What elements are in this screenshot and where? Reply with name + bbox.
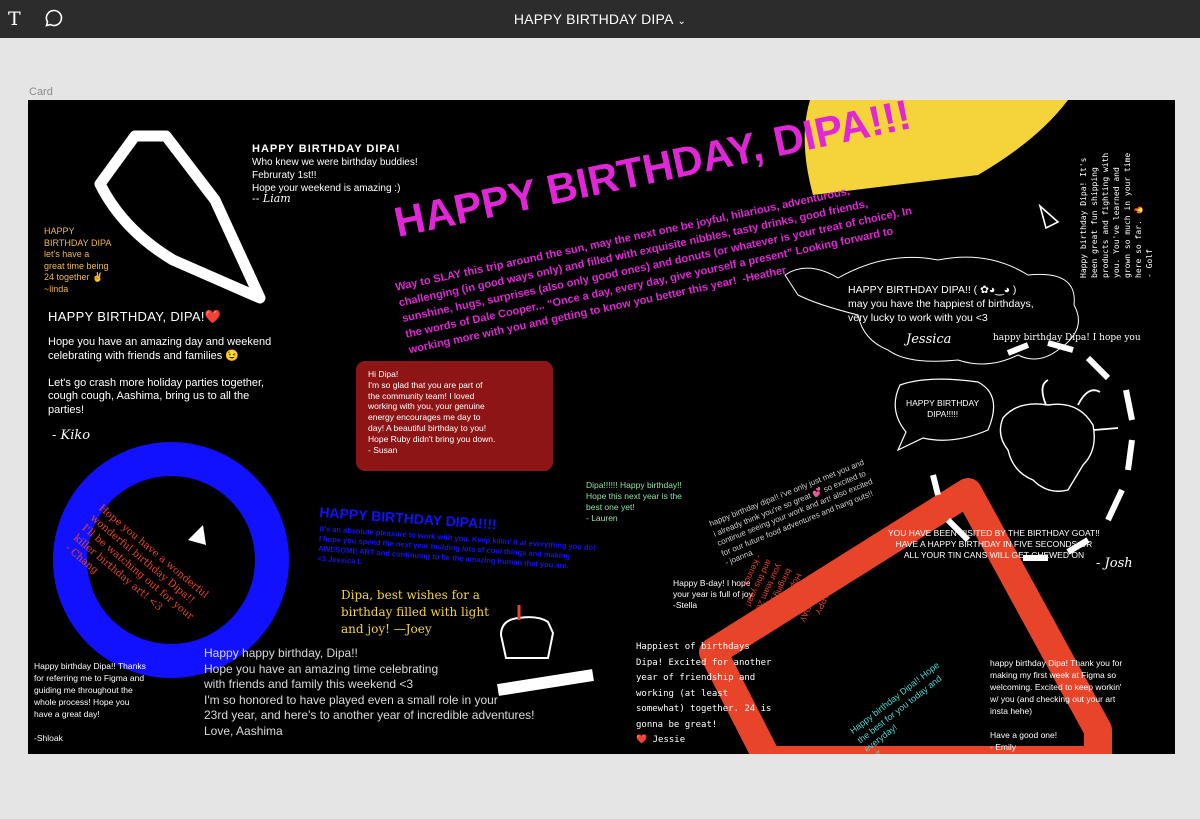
top-toolbar: T HAPPY BIRTHDAY DIPA ⌄	[0, 0, 1200, 38]
frame-label[interactable]: Card	[29, 86, 53, 98]
emily-note: happy birthday Dipa! Thank you for makin…	[990, 658, 1123, 752]
joey-note: Dipa, best wishes for a birthday filled …	[341, 588, 489, 636]
liam-signature: -- Liam	[252, 192, 291, 205]
josh-signature: - Josh	[1096, 556, 1133, 571]
dashed-circle-shape	[930, 340, 1135, 561]
aashima-note: Happy happy birthday, Dipa!! Hope you ha…	[204, 646, 535, 738]
goat-visit-note: YOU HAVE BEEN VISITED BY THE BIRTHDAY GO…	[888, 528, 1100, 560]
document-title-text: HAPPY BIRTHDAY DIPA	[513, 11, 674, 27]
liam-note-title: HAPPY BIRTHDAY DIPA!	[252, 143, 401, 155]
jessica-signature: Jessica	[906, 332, 952, 347]
kiko-signature: - Kiko	[52, 428, 91, 443]
shloak-note: Happy birthday Dipa!! Thanks for referri…	[34, 661, 146, 743]
kiko-note-body: Hope you have an amazing day and weekend…	[48, 336, 272, 416]
document-title[interactable]: HAPPY BIRTHDAY DIPA ⌄	[0, 11, 1200, 27]
goat-bubble-text: HAPPY BIRTHDAY DIPA!!!!!	[906, 398, 980, 419]
susan-note: Hi Dipa! I'm so glad that you are part o…	[356, 361, 553, 471]
golf-note: Happy birthday Dipa! It's been great fun…	[1079, 152, 1154, 278]
lauren-note: Dipa!!!!!! Happy birthday!! Hope this ne…	[586, 480, 682, 523]
pen-nib-icon	[188, 525, 206, 545]
linda-note: HAPPY BIRTHDAY DIPA let's have a great t…	[44, 226, 112, 294]
jessica-cloud-note: HAPPY BIRTHDAY DIPA!! ( ✿◕‿◕ ) may you h…	[848, 284, 1034, 324]
white-leaf-shape	[94, 130, 266, 304]
chevron-down-icon: ⌄	[677, 16, 687, 27]
jessie-note: Happiest of birthdays Dipa! Excited for …	[636, 642, 772, 745]
card-frame[interactable]: HAPPY BIRTHDAY DIPA! Who knew we were bi…	[28, 100, 1175, 754]
truncated-note: happy birthday Dipa! I hope you	[993, 333, 1141, 343]
goat-drawing-icon	[999, 403, 1095, 492]
cursor-arrow-icon	[1038, 203, 1060, 230]
liam-note-body: Who knew we were birthday buddies! Febru…	[252, 157, 418, 194]
kiko-note-title: HAPPY BIRTHDAY, DIPA!❤️	[48, 309, 222, 324]
